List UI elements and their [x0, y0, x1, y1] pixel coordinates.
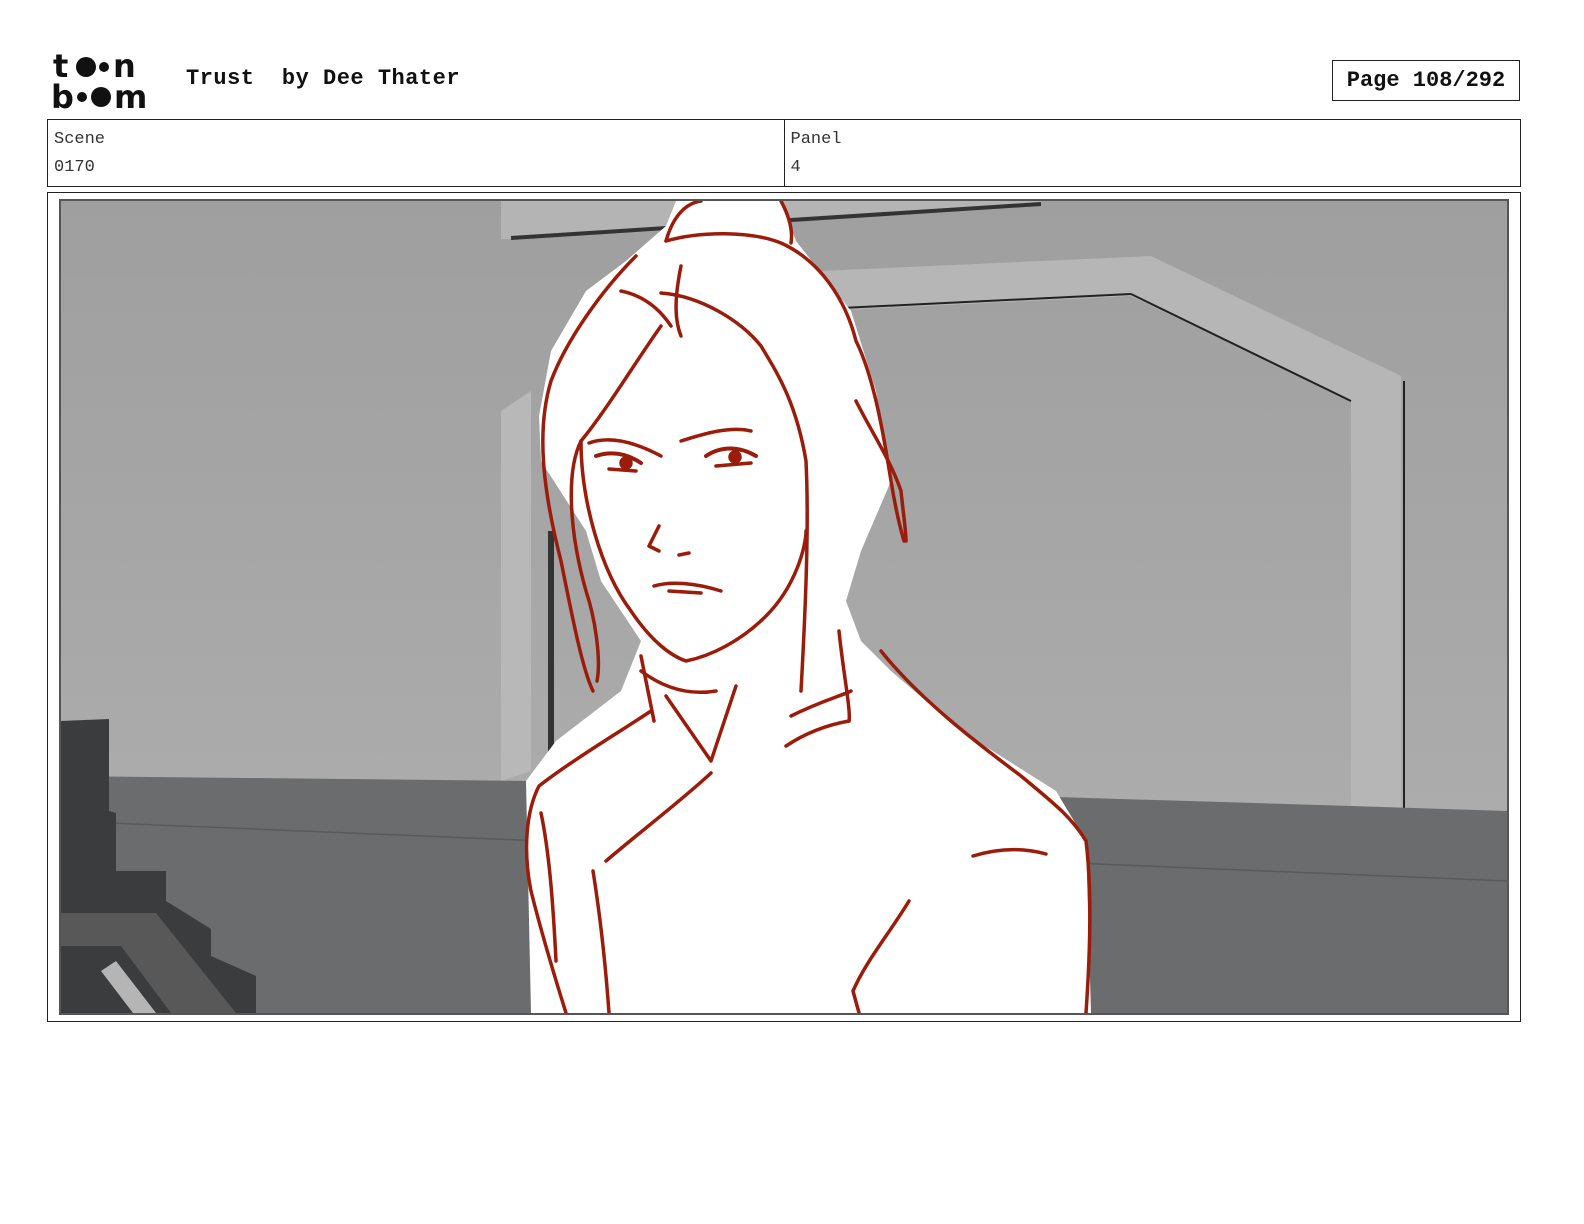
- panel-label: Panel: [790, 130, 842, 149]
- storyboard-panel-image: [59, 199, 1509, 1015]
- page-number: Page 108/292: [1332, 60, 1520, 101]
- svg-text:b: b: [51, 78, 74, 112]
- doorway-left-post: [501, 391, 531, 781]
- scene-label: Scene: [54, 130, 106, 149]
- scene-panel-info: Scene 0170 Panel 4: [47, 119, 1521, 187]
- svg-text:m: m: [114, 78, 147, 112]
- toon-boom-logo: t n b m: [51, 50, 147, 112]
- scene-value: 0170: [54, 158, 95, 177]
- panel-cell: Panel 4: [783, 120, 1521, 186]
- storyboard-title: Trust by Dee Thater: [186, 66, 461, 91]
- storyboard-sketch: [61, 201, 1507, 1013]
- scene-cell: Scene 0170: [48, 120, 784, 186]
- panel-value: 4: [790, 158, 801, 177]
